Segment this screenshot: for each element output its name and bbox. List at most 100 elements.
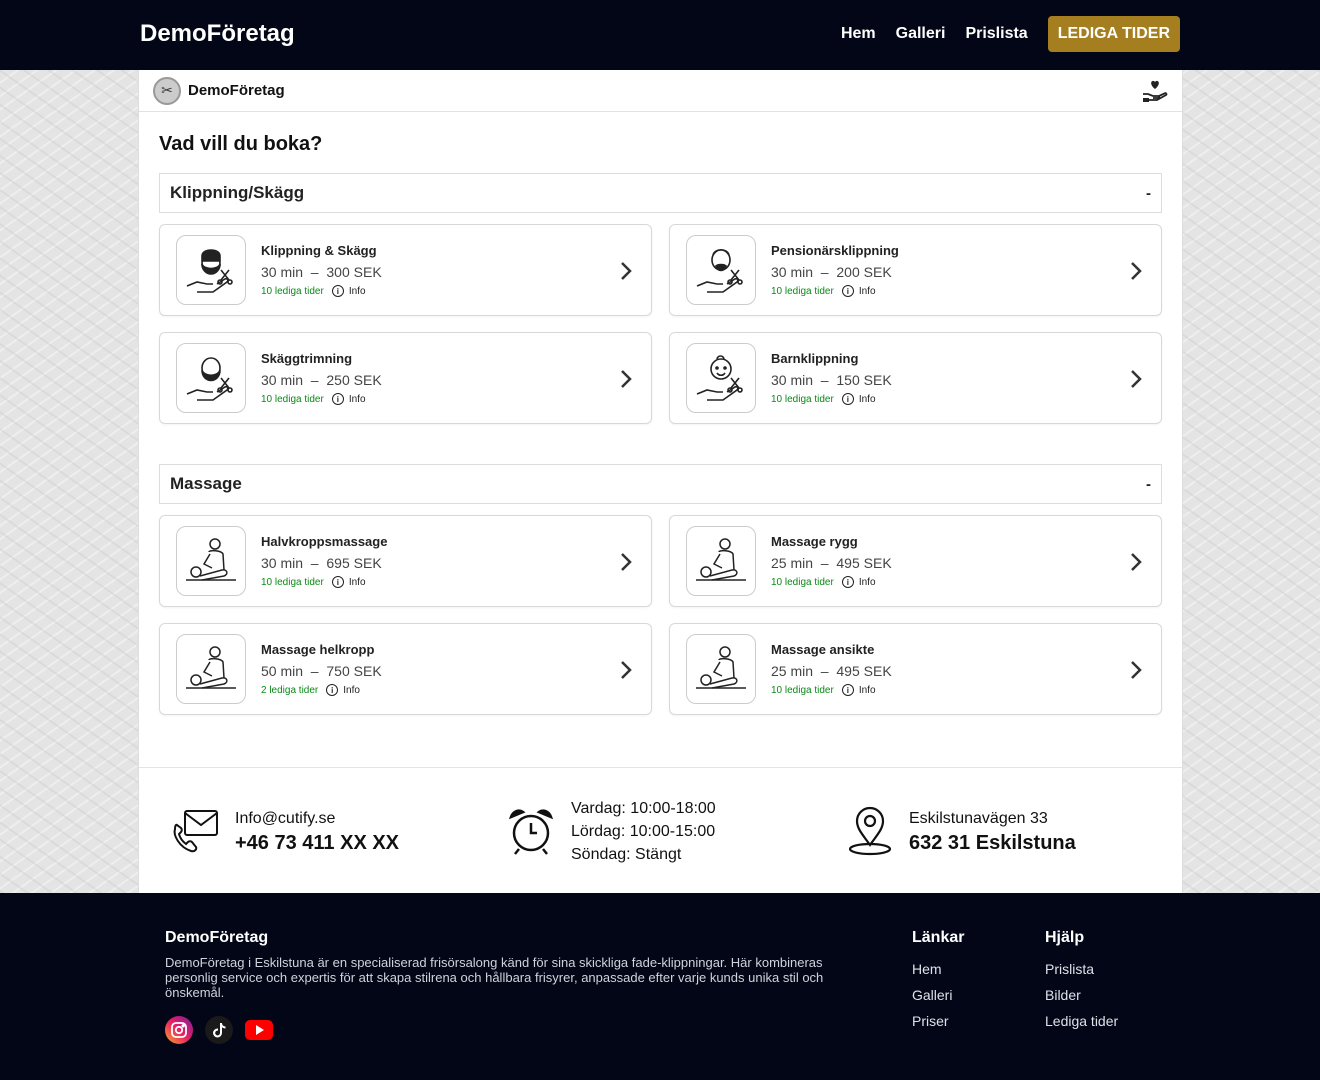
info-icon[interactable]: i	[841, 576, 854, 588]
footer-link-home[interactable]: Hem	[912, 961, 964, 977]
massage-icon	[176, 526, 246, 596]
service-card[interactable]: Skäggtrimning 30 min – 250 SEK 10 lediga…	[159, 332, 652, 424]
youtube-icon[interactable]	[245, 1016, 273, 1044]
opening-hours: Vardag: 10:00-18:00 Lördag: 10:00-15:00 …	[505, 768, 716, 894]
info-link[interactable]: Info	[859, 685, 876, 696]
category-header-klippning[interactable]: Klippning/Skägg -	[159, 173, 1162, 213]
nav-gallery[interactable]: Galleri	[896, 25, 946, 43]
category-title: Massage	[170, 474, 242, 493]
info-icon[interactable]: i	[326, 684, 339, 696]
footer-link-pictures[interactable]: Bilder	[1045, 987, 1118, 1003]
info-link[interactable]: Info	[343, 685, 360, 696]
massage-icon	[686, 526, 756, 596]
chevron-right-icon[interactable]	[1129, 260, 1143, 282]
info-icon[interactable]: i	[331, 393, 344, 405]
availability-text: 10 lediga tider	[771, 684, 834, 696]
availability-text: 10 lediga tider	[261, 576, 324, 588]
address-info: Eskilstunavägen 33 632 31 Eskilstuna	[845, 768, 1076, 894]
alarm-clock-icon	[508, 809, 554, 855]
service-card[interactable]: Klippning & Skägg 30 min – 300 SEK 10 le…	[159, 224, 652, 316]
service-grid-klippning: Klippning & Skägg 30 min – 300 SEK 10 le…	[159, 224, 1162, 424]
phone-mail-icon	[173, 810, 218, 853]
massage-icon	[176, 634, 246, 704]
info-link[interactable]: Info	[859, 286, 876, 297]
chevron-right-icon[interactable]	[619, 659, 633, 681]
social-links	[165, 1016, 835, 1044]
site-footer: DemoFöretag DemoFöretag i Eskilstuna är …	[0, 893, 1320, 1080]
child-icon	[686, 343, 756, 413]
chevron-right-icon[interactable]	[1129, 659, 1143, 681]
category-header-massage[interactable]: Massage -	[159, 464, 1162, 504]
booking-question: Vad vill du boka?	[159, 133, 323, 155]
city-address: 632 31 Eskilstuna	[909, 832, 1076, 854]
hand-heart-icon[interactable]	[1142, 79, 1168, 103]
footer-link-available-times[interactable]: Lediga tider	[1045, 1013, 1118, 1029]
info-icon[interactable]: i	[841, 285, 854, 297]
service-meta: 50 min – 750 SEK	[261, 663, 382, 679]
info-link[interactable]: Info	[349, 577, 366, 588]
footer-link-pricelist[interactable]: Prislista	[1045, 961, 1118, 977]
service-title: Barnklippning	[771, 351, 859, 366]
footer-link-prices[interactable]: Priser	[912, 1013, 964, 1029]
nav-home[interactable]: Hem	[841, 25, 876, 43]
collapse-toggle[interactable]: -	[1146, 476, 1151, 493]
info-icon[interactable]: i	[331, 576, 344, 588]
info-icon[interactable]: i	[841, 684, 854, 696]
footer-link-gallery[interactable]: Galleri	[912, 987, 964, 1003]
footer-help: Hjälp Prislista Bilder Lediga tider	[1045, 929, 1118, 1039]
email-link[interactable]: Info@cutify.se	[235, 807, 399, 830]
info-link[interactable]: Info	[349, 394, 366, 405]
top-navbar: DemoFöretag Hem Galleri Prislista LEDIGA…	[0, 0, 1320, 70]
service-title: Halvkroppsmassage	[261, 534, 388, 549]
service-meta: 25 min – 495 SEK	[771, 555, 892, 571]
chevron-right-icon[interactable]	[1129, 551, 1143, 573]
service-card[interactable]: Massage helkropp 50 min – 750 SEK 2 ledi…	[159, 623, 652, 715]
service-title: Klippning & Skägg	[261, 243, 377, 258]
service-card[interactable]: Massage rygg 25 min – 495 SEK 10 lediga …	[669, 515, 1162, 607]
footer-title: DemoFöretag	[165, 929, 269, 946]
availability-text: 10 lediga tider	[771, 393, 834, 405]
service-grid-massage: Halvkroppsmassage 30 min – 695 SEK 10 le…	[159, 515, 1162, 715]
nav-pricelist[interactable]: Prislista	[965, 25, 1027, 43]
available-times-button[interactable]: LEDIGA TIDER	[1047, 16, 1180, 52]
availability-text: 2 lediga tider	[261, 684, 319, 696]
contact-strip: Info@cutify.se +46 73 411 XX XX Vardag: …	[139, 767, 1182, 893]
chevron-right-icon[interactable]	[619, 551, 633, 573]
collapse-toggle[interactable]: -	[1146, 185, 1151, 202]
scissors-logo-icon: ✂	[153, 76, 181, 105]
street-address: Eskilstunavägen 33	[909, 810, 1048, 827]
chevron-right-icon[interactable]	[1129, 368, 1143, 390]
service-meta: 30 min – 200 SEK	[771, 264, 892, 280]
info-icon[interactable]: i	[841, 393, 854, 405]
service-card[interactable]: Pensionärsklippning 30 min – 200 SEK 10 …	[669, 224, 1162, 316]
footer-about: DemoFöretag DemoFöretag i Eskilstuna är …	[165, 929, 835, 1044]
footer-description: DemoFöretag i Eskilstuna är en specialis…	[165, 955, 824, 1000]
service-title: Pensionärsklippning	[771, 243, 899, 258]
info-link[interactable]: Info	[349, 286, 366, 297]
service-card[interactable]: Massage ansikte 25 min – 495 SEK 10 ledi…	[669, 623, 1162, 715]
instagram-icon[interactable]	[165, 1016, 193, 1044]
chevron-right-icon[interactable]	[619, 260, 633, 282]
availability-text: 10 lediga tider	[261, 393, 324, 405]
service-card[interactable]: Barnklippning 30 min – 150 SEK 10 lediga…	[669, 332, 1162, 424]
tiktok-icon[interactable]	[205, 1016, 233, 1044]
availability-text: 10 lediga tider	[771, 576, 834, 588]
info-icon[interactable]: i	[331, 285, 344, 297]
company-name: DemoFöretag	[188, 82, 285, 99]
service-meta: 30 min – 695 SEK	[261, 555, 382, 571]
service-card[interactable]: Halvkroppsmassage 30 min – 695 SEK 10 le…	[159, 515, 652, 607]
hours-weekday: Vardag: 10:00-18:00	[571, 799, 716, 817]
service-meta: 30 min – 300 SEK	[261, 264, 382, 280]
old-man-icon	[686, 235, 756, 305]
info-link[interactable]: Info	[859, 394, 876, 405]
availability-text: 10 lediga tider	[771, 285, 834, 297]
brand-logo[interactable]: DemoFöretag	[140, 20, 295, 48]
phone-number[interactable]: +46 73 411 XX XX	[235, 832, 399, 855]
chevron-right-icon[interactable]	[619, 368, 633, 390]
service-title: Massage helkropp	[261, 642, 375, 657]
booking-panel: ✂ DemoFöretag Vad vill du boka? Klippnin…	[138, 70, 1183, 893]
beard-man-icon	[176, 235, 246, 305]
service-title: Massage ansikte	[771, 642, 875, 657]
location-pin-icon	[848, 806, 892, 856]
info-link[interactable]: Info	[859, 577, 876, 588]
